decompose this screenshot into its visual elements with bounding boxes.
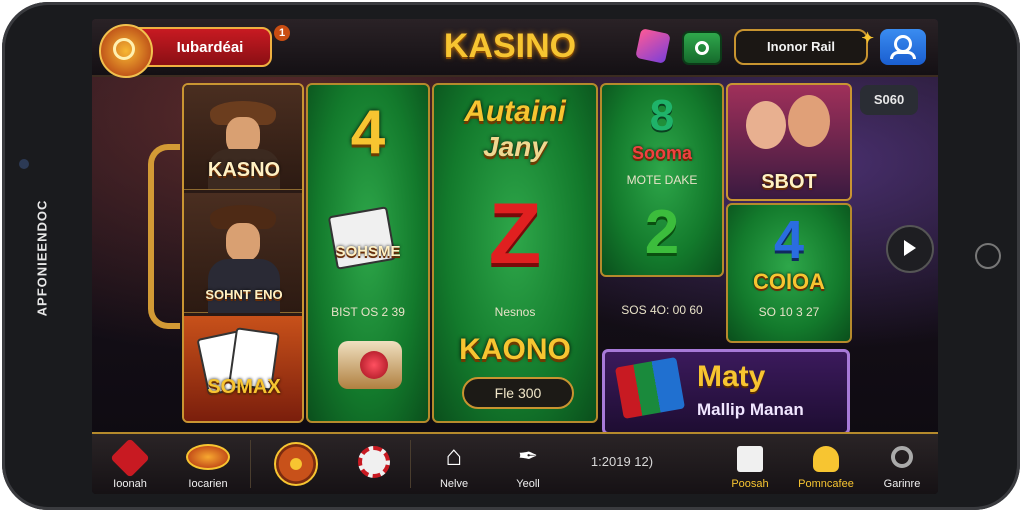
game-screen: Iubardéai 1 KASINO Inonor Rail ✦ S060 KA…	[92, 19, 938, 494]
chat-button[interactable]	[682, 31, 722, 65]
game-tile-sohnt-eno[interactable]: SOHNT ENO	[184, 193, 302, 313]
nav-home-house[interactable]: ⌂ Nelve	[422, 440, 486, 494]
card-icon	[327, 206, 397, 270]
top-bar: Iubardéai 1 KASINO Inonor Rail ✦	[92, 19, 938, 78]
nav-shop[interactable]: Poosah	[718, 440, 782, 494]
nav-spin-wheel[interactable]	[264, 440, 328, 494]
featured-subheadline: Jany	[483, 131, 547, 162]
poker-chip-icon	[358, 446, 390, 478]
game-tile-coioa[interactable]: 4 COIOA SO 10 3 27	[726, 203, 852, 343]
date-readout: 1:2019 12)	[590, 454, 654, 469]
nav-location[interactable]: Iocarien	[176, 440, 240, 494]
featured-headline: Autaini	[464, 95, 566, 128]
box-icon	[737, 446, 763, 472]
promo-banner[interactable]: Maty Mallip Manan	[602, 349, 850, 435]
nav-label: Garinre	[883, 478, 921, 490]
game-tile-kasno[interactable]: KASNO	[184, 85, 302, 190]
chat-icon	[695, 41, 709, 55]
sign-number: 8	[649, 91, 675, 140]
camera-icon	[19, 159, 29, 169]
diamond-icon	[110, 438, 150, 478]
house-icon: ⌂	[445, 440, 463, 471]
nav-chips[interactable]	[342, 440, 406, 494]
nav-tools[interactable]: ✒ Yeoll	[496, 440, 560, 494]
tile-title[interactable]: SOHSME	[308, 243, 428, 260]
divider	[250, 440, 251, 488]
sparkle-icon: ✦	[861, 30, 874, 47]
nav-rewards[interactable]: Pomncafee	[794, 440, 858, 494]
game-column-two: 4 SOHSME BIST OS 2 39	[306, 83, 430, 423]
nav-label: Pomncafee	[798, 478, 854, 490]
featured-label: KAONO	[459, 333, 571, 366]
divider	[410, 440, 411, 488]
gift-box-icon	[614, 357, 686, 419]
wheel-icon	[274, 442, 318, 486]
profile-button[interactable]	[880, 29, 926, 65]
nav-label: Iocarien	[188, 478, 228, 490]
notification-badge: 1	[274, 25, 290, 41]
bottom-navigation: Ioonah Iocarien ⌂ Nelve ✒ Yeoll 1:2019 1…	[92, 432, 938, 494]
nav-home[interactable]: Ioonah	[98, 438, 162, 494]
game-column-characters: KASNO SOHNT ENO SOMAX	[182, 83, 304, 423]
tile-title: SOHNT ENO	[205, 287, 283, 302]
tile-caption: SO 10 3 27	[758, 305, 820, 319]
home-button[interactable]	[975, 243, 1001, 269]
lucky-number: 4	[773, 210, 805, 270]
nav-settings[interactable]: Garinre	[870, 440, 934, 494]
user-name: Iubardéai	[176, 38, 244, 56]
tile-caption: BIST OS 2 39	[331, 305, 405, 319]
tile-title: KASNO	[207, 159, 281, 181]
nav-label: Yeoll	[516, 478, 540, 490]
coin-badge-icon[interactable]	[99, 24, 153, 78]
trophy-icon	[813, 446, 839, 472]
play-featured-button[interactable]: Fle 300	[462, 377, 574, 409]
tile-title: COIOA	[752, 269, 826, 294]
app-title: KASINO	[443, 27, 577, 65]
tile-caption: MOTE DAKE	[626, 173, 698, 187]
gear-icon	[891, 446, 913, 468]
nav-date: 1:2019 12)	[572, 440, 672, 494]
tile-title: SBOT	[761, 171, 817, 193]
banner-subtitle: Mallip Manan	[697, 400, 804, 419]
play-video-button[interactable]	[886, 225, 934, 273]
membership-button[interactable]: Inonor Rail ✦	[734, 29, 874, 65]
tile-caption: SOS 4O: 00 60	[621, 303, 703, 317]
tile-caption: Nesnos	[494, 305, 536, 319]
banner-title: Maty	[697, 360, 766, 393]
game-grid: KASNO SOHNT ENO SOMAX 4 SOHSME BIST OS 2…	[182, 83, 852, 435]
tile-title[interactable]: Sooma	[602, 143, 722, 164]
device-side-label: APFONIEENDOC	[34, 199, 50, 317]
game-column-four: 8 Sooma MOTE DAKE 2	[600, 83, 724, 277]
featured-game-column: Autaini Jany Z Nesnos KAONO Fle 300	[432, 83, 598, 423]
game-tile-somax[interactable]: SOMAX	[184, 316, 302, 421]
eye-icon	[186, 444, 230, 470]
tile-title: SOMAX	[207, 376, 281, 398]
membership-label: Inonor Rail	[767, 39, 835, 54]
nav-label: Ioonah	[113, 478, 147, 490]
lucky-number[interactable]: 2	[602, 197, 722, 268]
golden-cane-decoration	[148, 144, 180, 329]
lucky-number[interactable]: 4	[308, 97, 428, 168]
ruby-ring-icon[interactable]	[338, 341, 402, 389]
phone-frame: APFONIEENDOC Iubardéai 1 KASINO Inonor R…	[2, 2, 1020, 510]
nav-label: Nelve	[439, 478, 469, 490]
nav-label: Poosah	[731, 478, 769, 490]
wrench-icon: ✒	[517, 443, 539, 470]
timer-badge: S060	[860, 85, 918, 115]
featured-symbol[interactable]: Z	[434, 185, 596, 284]
game-tile-sbot[interactable]: SBOT	[726, 83, 852, 201]
gem-icon[interactable]	[635, 28, 671, 64]
